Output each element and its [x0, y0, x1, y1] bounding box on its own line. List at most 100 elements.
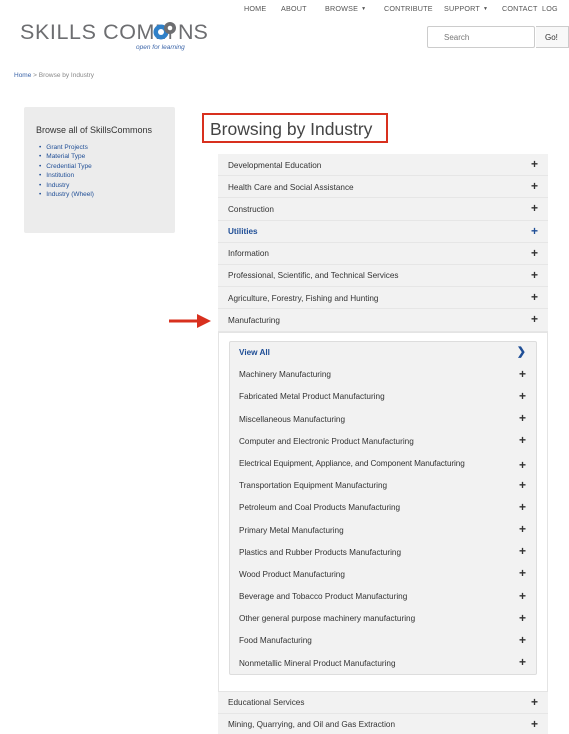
site-logo[interactable]: SKILLS COMM NS open for learning	[20, 20, 208, 52]
breadcrumb-home[interactable]: Home	[14, 72, 31, 79]
subindustry-label: Fabricated Metal Product Manufacturing	[239, 392, 385, 402]
sidebar-item-grant-projects[interactable]: Grant Projects	[39, 143, 94, 152]
plus-icon[interactable]: +	[531, 269, 538, 281]
caret-down-icon: ▼	[361, 6, 367, 12]
plus-icon[interactable]: +	[519, 567, 526, 579]
sidebar-item-institution[interactable]: Institution	[39, 171, 94, 180]
subindustry-row[interactable]: Food Manufacturing +	[230, 630, 536, 652]
plus-icon[interactable]: +	[531, 247, 538, 259]
subindustry-label: Machinery Manufacturing	[239, 370, 331, 380]
view-all-link[interactable]: View All ❯	[230, 342, 536, 364]
subindustry-row[interactable]: Beverage and Tobacco Product Manufacturi…	[230, 586, 536, 608]
browse-sidebar: Browse all of SkillsCommons Grant Projec…	[24, 107, 175, 233]
industry-row[interactable]: Educational Services +	[218, 691, 548, 714]
subindustry-row[interactable]: Primary Metal Manufacturing +	[230, 519, 536, 541]
subindustry-label: Plastics and Rubber Products Manufacturi…	[239, 547, 402, 557]
subindustry-label: Nonmetallic Mineral Product Manufacturin…	[239, 658, 396, 668]
nav-support[interactable]: SUPPORT ▼	[444, 4, 488, 13]
subindustry-row[interactable]: Machinery Manufacturing +	[230, 364, 536, 386]
industry-label: Utilities	[228, 227, 258, 237]
plus-icon[interactable]: +	[519, 479, 526, 491]
nav-contribute[interactable]: CONTRIBUTE	[384, 4, 433, 13]
plus-icon[interactable]: +	[519, 434, 526, 446]
subindustry-label: Wood Product Manufacturing	[239, 569, 345, 579]
industry-row[interactable]: Construction +	[218, 198, 548, 221]
sidebar-item-material-type[interactable]: Material Type	[39, 152, 94, 161]
nav-about[interactable]: ABOUT	[281, 4, 307, 13]
industry-row[interactable]: Mining, Quarrying, and Oil and Gas Extra…	[218, 713, 548, 734]
industry-row[interactable]: Health Care and Social Assistance +	[218, 176, 548, 199]
logo-text-a: SKILLS COMM	[20, 20, 174, 44]
industry-accordion: Developmental Education + Health Care and…	[218, 154, 548, 734]
industry-row[interactable]: Developmental Education +	[218, 154, 548, 177]
plus-icon[interactable]: +	[531, 225, 538, 237]
plus-icon[interactable]: +	[531, 696, 538, 708]
subindustry-row[interactable]: Miscellaneous Manufacturing +	[230, 408, 536, 430]
subindustry-row[interactable]: Electrical Equipment, Appliance, and Com…	[230, 452, 536, 474]
industry-label: Information	[228, 249, 269, 259]
sidebar-list: Grant Projects Material Type Credential …	[39, 143, 94, 199]
plus-icon[interactable]: +	[519, 545, 526, 557]
subindustry-label: Primary Metal Manufacturing	[239, 525, 344, 535]
subindustry-label: Petroleum and Coal Products Manufacturin…	[239, 503, 401, 513]
plus-icon[interactable]: +	[519, 501, 526, 513]
plus-icon[interactable]: +	[531, 291, 538, 303]
sidebar-item-industry[interactable]: Industry	[39, 181, 94, 190]
plus-icon[interactable]: +	[531, 718, 538, 730]
plus-icon[interactable]: +	[531, 158, 538, 170]
subindustry-label: Transportation Equipment Manufacturing	[239, 481, 388, 491]
chevron-right-icon[interactable]: ❯	[517, 346, 526, 358]
manufacturing-expanded-panel: View All ❯ Machinery Manufacturing + Fabri…	[218, 331, 548, 692]
subindustry-row[interactable]: Nonmetallic Mineral Product Manufacturin…	[230, 652, 536, 674]
industry-row[interactable]: Agriculture, Forestry, Fishing and Hunti…	[218, 287, 548, 310]
industry-label: Mining, Quarrying, and Oil and Gas Extra…	[228, 720, 396, 730]
nav-home[interactable]: HOME	[244, 4, 266, 13]
page-title-highlight: Browsing by Industry	[202, 113, 388, 143]
plus-icon[interactable]: +	[519, 656, 526, 668]
industry-label: Professional, Scientific, and Technical …	[228, 271, 399, 281]
view-all-label: View All	[239, 348, 270, 357]
sidebar-title: Browse all of SkillsCommons	[36, 125, 153, 135]
subindustry-row[interactable]: Plastics and Rubber Products Manufacturi…	[230, 541, 536, 563]
subindustry-row[interactable]: Petroleum and Coal Products Manufacturin…	[230, 497, 536, 519]
search-go-button[interactable]: Go!	[536, 26, 569, 48]
subindustry-label: Computer and Electronic Product Manufact…	[239, 436, 414, 446]
industry-row-utilities[interactable]: Utilities +	[218, 220, 548, 243]
plus-icon[interactable]: +	[519, 590, 526, 602]
plus-icon[interactable]: +	[531, 313, 538, 325]
industry-label: Health Care and Social Assistance	[228, 182, 354, 192]
plus-icon[interactable]: +	[519, 523, 526, 535]
manufacturing-sublist: View All ❯ Machinery Manufacturing + Fabri…	[229, 340, 537, 676]
nav-browse[interactable]: BROWSE ▼	[325, 4, 366, 13]
subindustry-row[interactable]: Fabricated Metal Product Manufacturing +	[230, 386, 536, 408]
plus-icon[interactable]: +	[519, 459, 526, 471]
logo-text-b: NS	[178, 20, 208, 44]
sidebar-item-credential-type[interactable]: Credential Type	[39, 162, 94, 171]
breadcrumb-current: Browse by Industry	[38, 72, 95, 79]
subindustry-row[interactable]: Other general purpose machinery manufact…	[230, 608, 536, 630]
subindustry-label: Miscellaneous Manufacturing	[239, 414, 346, 424]
plus-icon[interactable]: +	[519, 634, 526, 646]
nav-login[interactable]: LOG	[542, 4, 558, 13]
subindustry-row[interactable]: Wood Product Manufacturing +	[230, 563, 536, 585]
subindustry-label: Food Manufacturing	[239, 636, 312, 646]
plus-icon[interactable]: +	[531, 202, 538, 214]
industry-label: Developmental Education	[228, 160, 322, 170]
subindustry-row[interactable]: Transportation Equipment Manufacturing +	[230, 475, 536, 497]
subindustry-label: Electrical Equipment, Appliance, and Com…	[239, 458, 465, 468]
nav-support-label: SUPPORT	[444, 4, 481, 13]
plus-icon[interactable]: +	[519, 368, 526, 380]
sidebar-item-industry-wheel[interactable]: Industry (Wheel)	[39, 190, 94, 199]
industry-row[interactable]: Information +	[218, 242, 548, 265]
plus-icon[interactable]: +	[519, 612, 526, 624]
nav-contact[interactable]: CONTACT	[502, 4, 538, 13]
search-input[interactable]: Search	[427, 26, 535, 48]
plus-icon[interactable]: +	[531, 180, 538, 192]
industry-row[interactable]: Professional, Scientific, and Technical …	[218, 264, 548, 288]
industry-label: Educational Services	[228, 698, 305, 707]
subindustry-row[interactable]: Computer and Electronic Product Manufact…	[230, 430, 536, 452]
page-title: Browsing by Industry	[210, 119, 373, 139]
industry-row-manufacturing[interactable]: Manufacturing +	[218, 309, 548, 332]
plus-icon[interactable]: +	[519, 412, 526, 424]
plus-icon[interactable]: +	[519, 390, 526, 402]
